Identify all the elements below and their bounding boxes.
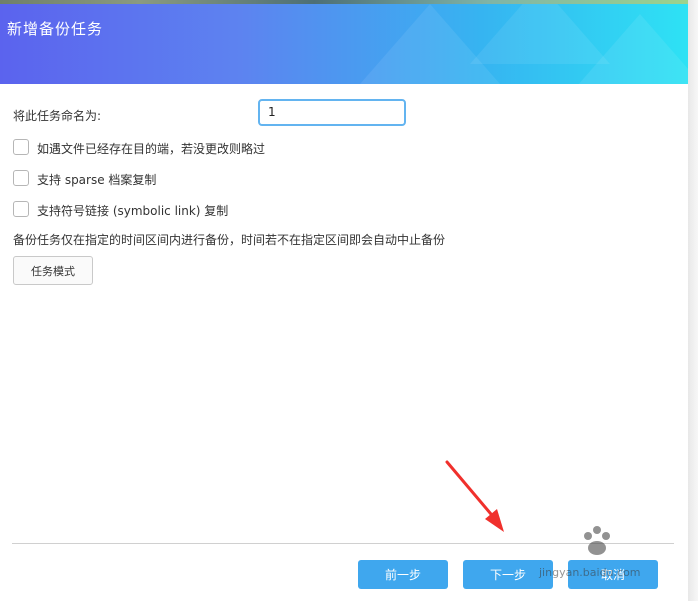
dialog-header: 新增备份任务	[0, 4, 688, 84]
watermark-logo-icon	[584, 526, 610, 555]
task-name-label: 将此任务命名为:	[13, 109, 102, 123]
red-arrow-icon	[445, 460, 504, 532]
symlink-copy-checkbox[interactable]	[13, 201, 29, 217]
skip-existing-checkbox[interactable]	[13, 139, 29, 155]
prev-step-button[interactable]: 前一步	[358, 560, 448, 589]
schedule-note: 备份任务仅在指定的时间区间内进行备份，时间若不在指定区间即会自动中止备份	[13, 233, 446, 247]
dialog-title: 新增备份任务	[7, 20, 104, 38]
task-mode-button[interactable]: 任务模式	[13, 256, 93, 285]
skip-existing-label[interactable]: 如遇文件已经存在目的端，若没更改则略过	[37, 140, 265, 157]
watermark-text: jingyan.baidu.com	[539, 566, 641, 579]
window-edge	[688, 0, 698, 601]
task-name-input[interactable]: 1	[258, 99, 406, 126]
sparse-copy-label[interactable]: 支持 sparse 档案复制	[37, 171, 156, 188]
footer-divider	[12, 543, 674, 544]
symlink-copy-label[interactable]: 支持符号链接 (symbolic link) 复制	[37, 202, 228, 219]
header-decoration	[570, 14, 688, 84]
annotation-overlay	[445, 460, 610, 555]
sparse-copy-checkbox[interactable]	[13, 170, 29, 186]
